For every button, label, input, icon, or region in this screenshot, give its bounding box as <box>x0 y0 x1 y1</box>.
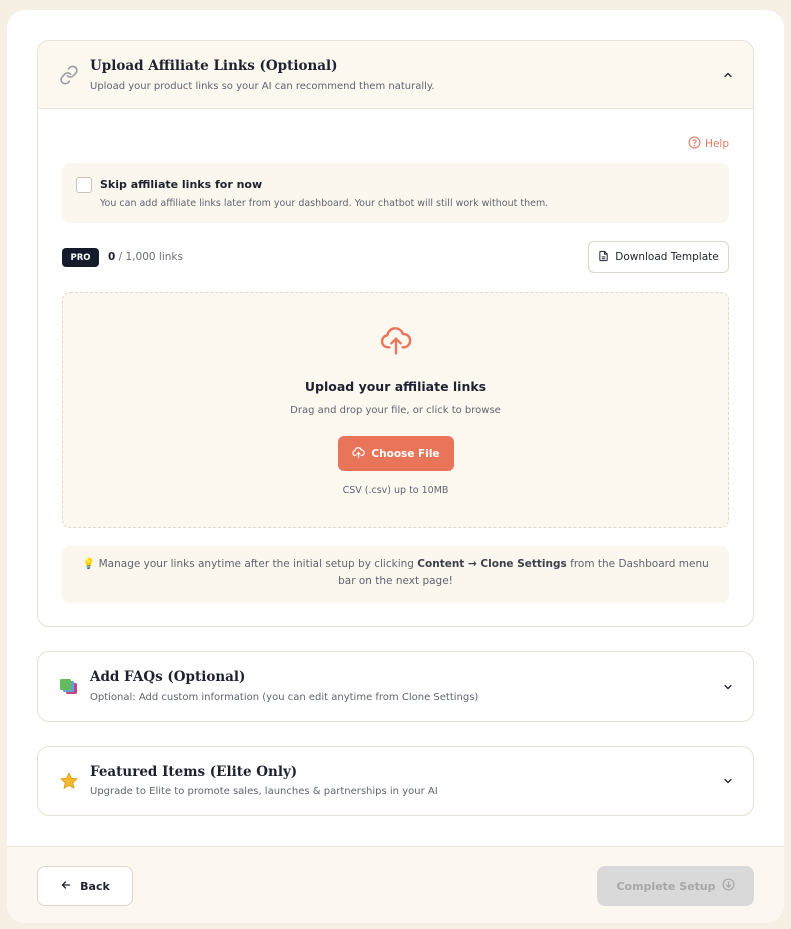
upload-icon <box>352 446 366 462</box>
download-template-label: Download Template <box>615 251 719 263</box>
faqs-section[interactable]: Add FAQs (Optional) Optional: Add custom… <box>37 651 754 722</box>
featured-items-section[interactable]: Featured Items (Elite Only) Upgrade to E… <box>37 746 754 816</box>
skip-affiliate-title[interactable]: Skip affiliate links for now <box>100 178 262 191</box>
chevron-down-icon[interactable] <box>721 774 735 788</box>
lightbulb-icon: 💡 <box>82 558 96 570</box>
back-button[interactable]: Back <box>37 866 133 906</box>
help-link[interactable]: Help <box>688 136 729 152</box>
file-requirements-note: CSV (.csv) up to 10MB <box>342 485 449 496</box>
plan-badge: PRO <box>62 248 99 267</box>
help-circle-icon <box>688 136 701 152</box>
tip-prefix: Manage your links anytime after the init… <box>98 558 414 570</box>
file-icon <box>598 250 609 265</box>
setup-card: Upload Affiliate Links (Optional) Upload… <box>7 10 784 923</box>
footer-bar: Back Complete Setup <box>7 846 784 923</box>
chevron-down-icon[interactable] <box>721 680 735 694</box>
dropzone-subtitle: Drag and drop your file, or click to bro… <box>290 405 501 416</box>
cloud-upload-icon <box>380 323 412 361</box>
help-label: Help <box>705 138 729 150</box>
complete-setup-label: Complete Setup <box>616 879 716 893</box>
choose-file-button[interactable]: Choose File <box>338 436 454 471</box>
tip-box: 💡 Manage your links anytime after the in… <box>62 546 729 603</box>
dropzone-title: Upload your affiliate links <box>304 379 487 394</box>
complete-setup-button[interactable]: Complete Setup <box>597 866 754 906</box>
affiliate-links-section: Upload Affiliate Links (Optional) Upload… <box>37 40 754 627</box>
file-dropzone[interactable]: Upload your affiliate links Drag and dro… <box>62 292 729 528</box>
tip-path: Content → Clone Settings <box>417 558 567 570</box>
back-label: Back <box>80 879 110 893</box>
affiliate-section-header[interactable]: Upload Affiliate Links (Optional) Upload… <box>38 41 753 109</box>
featured-subtitle: Upgrade to Elite to promote sales, launc… <box>90 786 438 797</box>
skip-affiliate-box: Skip affiliate links for now You can add… <box>62 163 729 223</box>
chevron-up-icon[interactable] <box>721 68 735 82</box>
skip-affiliate-subtitle: You can add affiliate links later from y… <box>100 198 549 209</box>
affiliate-section-title: Upload Affiliate Links (Optional) <box>90 58 338 74</box>
affiliate-section-subtitle: Upload your product links so your AI can… <box>90 81 435 92</box>
links-limit: / 1,000 links <box>118 251 183 263</box>
arrow-down-circle-icon <box>722 878 735 894</box>
link-icon <box>58 64 80 86</box>
arrow-left-icon <box>60 879 72 894</box>
faqs-subtitle: Optional: Add custom information (you ca… <box>90 692 479 703</box>
featured-title: Featured Items (Elite Only) <box>90 764 298 780</box>
skip-affiliate-checkbox[interactable] <box>76 177 92 193</box>
choose-file-label: Choose File <box>371 447 440 460</box>
faqs-title: Add FAQs (Optional) <box>90 669 246 685</box>
download-template-button[interactable]: Download Template <box>588 241 729 273</box>
star-icon <box>58 770 80 792</box>
stacked-cards-icon <box>58 676 80 698</box>
links-counter: 0 / 1,000 links <box>108 251 183 263</box>
links-used: 0 <box>108 251 116 263</box>
